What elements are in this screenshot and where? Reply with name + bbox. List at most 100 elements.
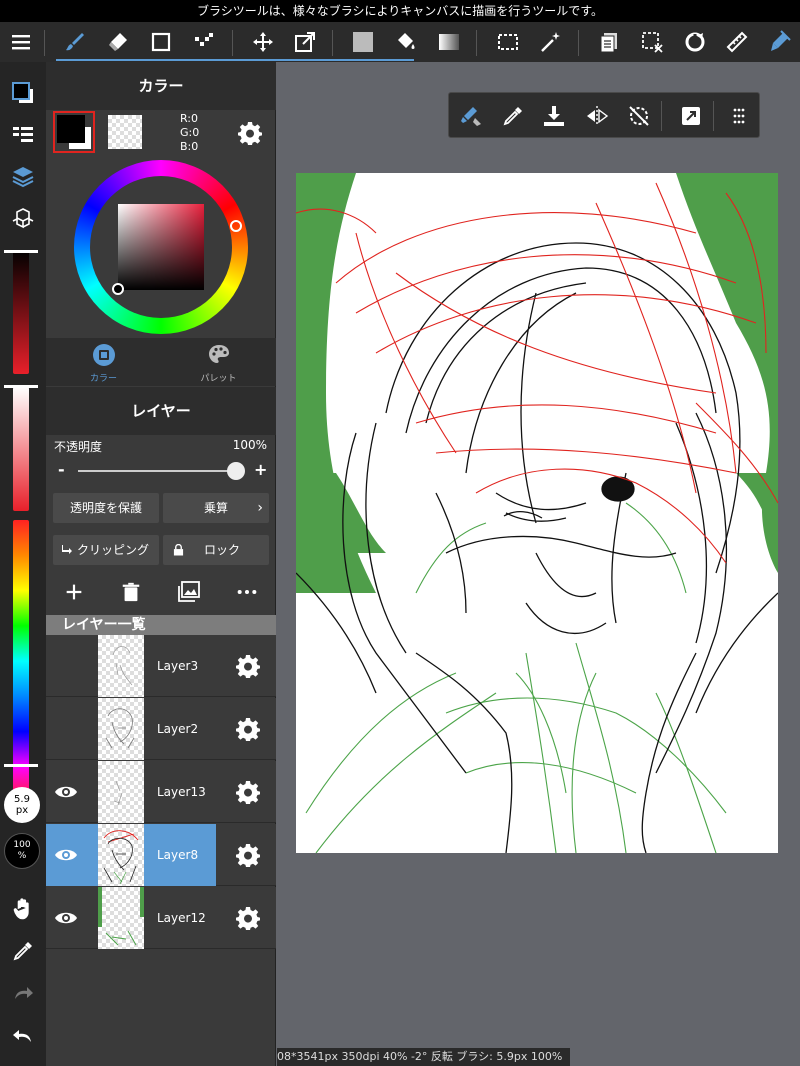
sub-color-swatch[interactable] bbox=[108, 115, 142, 149]
layer-name: Layer13 bbox=[157, 785, 206, 799]
flip-horizontal-icon[interactable] bbox=[585, 104, 609, 128]
lock-label: ロック bbox=[203, 543, 240, 557]
layer-settings-gear-icon[interactable] bbox=[236, 906, 260, 930]
tab-palette-label: パレット bbox=[200, 374, 237, 384]
red-saturation-slider[interactable] bbox=[13, 250, 29, 374]
brush-list-icon[interactable] bbox=[8, 120, 38, 150]
left-sidebar: 5.9 px 100 % bbox=[0, 62, 46, 1066]
floating-toolbar bbox=[448, 92, 760, 138]
tool-tooltip: ブラシツールは、様々なブラシによりキャンバスに描画を行うツールです。 bbox=[0, 0, 800, 22]
rotate-canvas-icon[interactable] bbox=[678, 22, 712, 62]
clipping-label: クリッピング bbox=[76, 543, 149, 557]
copy-icon[interactable] bbox=[592, 22, 626, 62]
eraser-tool-icon[interactable] bbox=[101, 22, 135, 62]
side-panel: カラー R:0 G:0 B:0 カラー パレット レイヤー 不透明度 100% … bbox=[46, 62, 276, 1066]
floating-toolbar-divider bbox=[713, 101, 714, 131]
rotation-reset-icon[interactable] bbox=[627, 104, 651, 128]
add-layer-icon[interactable] bbox=[63, 581, 85, 603]
eye-icon[interactable] bbox=[54, 781, 78, 803]
layer-list-header: レイヤー一覧 bbox=[46, 615, 276, 635]
layer-settings-gear-icon[interactable] bbox=[236, 843, 260, 867]
gradient-tool-icon[interactable] bbox=[432, 22, 466, 62]
main-toolbar bbox=[0, 22, 800, 62]
transform-tool-icon[interactable] bbox=[288, 22, 322, 62]
more-options-icon[interactable] bbox=[236, 581, 258, 603]
opacity-slider-handle[interactable] bbox=[227, 462, 245, 480]
shape-tool-icon[interactable] bbox=[144, 22, 178, 62]
blend-mode-button[interactable]: 乗算 › bbox=[163, 493, 269, 523]
fill-color-tool-icon[interactable] bbox=[346, 22, 380, 62]
opacity-slider-track[interactable] bbox=[78, 470, 236, 472]
brush-opacity-value: 100 bbox=[13, 840, 31, 850]
drawing-canvas[interactable] bbox=[296, 173, 778, 853]
brush-tool-icon[interactable] bbox=[58, 22, 92, 62]
eye-icon[interactable] bbox=[54, 907, 78, 929]
brightness-slider[interactable] bbox=[13, 387, 29, 511]
color-panel-title: カラー bbox=[46, 62, 276, 110]
layer-row[interactable]: Layer12 bbox=[46, 887, 276, 949]
rgb-r-value: R:0 bbox=[180, 112, 199, 125]
tab-palette[interactable]: パレット bbox=[161, 338, 276, 386]
brush-size-value: 5.9 bbox=[14, 794, 30, 805]
layer-settings-gear-icon[interactable] bbox=[236, 654, 260, 678]
layer-settings-gear-icon[interactable] bbox=[236, 717, 260, 741]
grid-handle-icon[interactable] bbox=[727, 104, 751, 128]
brush-opacity-indicator[interactable]: 100 % bbox=[4, 833, 40, 869]
layer-row[interactable]: Layer3 bbox=[46, 635, 276, 697]
ruler-icon[interactable] bbox=[720, 22, 754, 62]
protect-alpha-button[interactable]: 透明度を保護 bbox=[53, 493, 159, 523]
materials-icon[interactable] bbox=[8, 204, 38, 234]
layer-settings-gear-icon[interactable] bbox=[236, 780, 260, 804]
brush-eraser-toggle-icon[interactable] bbox=[459, 104, 483, 128]
toolbar-divider bbox=[44, 30, 45, 56]
deselect-icon[interactable] bbox=[635, 22, 669, 62]
brush-size-indicator[interactable]: 5.9 px bbox=[4, 787, 40, 823]
opacity-plus-button[interactable]: + bbox=[254, 460, 267, 479]
tab-color[interactable]: カラー bbox=[46, 338, 161, 386]
eyedropper-icon[interactable] bbox=[8, 936, 38, 966]
save-download-icon[interactable] bbox=[542, 104, 566, 128]
layers-icon[interactable] bbox=[8, 162, 38, 192]
undo-icon[interactable] bbox=[8, 1020, 38, 1050]
opacity-minus-button[interactable]: - bbox=[58, 460, 65, 479]
layer-row[interactable]: Layer2 bbox=[46, 698, 276, 760]
layer-thumbnail bbox=[98, 824, 144, 886]
select-rect-tool-icon[interactable] bbox=[491, 22, 525, 62]
hand-icon[interactable] bbox=[8, 894, 38, 924]
image-layer-icon[interactable] bbox=[176, 580, 202, 604]
menu-icon[interactable] bbox=[4, 22, 38, 62]
redo-icon[interactable] bbox=[8, 978, 38, 1008]
layer-thumbnail bbox=[98, 761, 144, 823]
active-tool-indicator bbox=[56, 59, 414, 61]
color-picker-cursor[interactable] bbox=[112, 283, 124, 295]
main-color-swatch[interactable] bbox=[53, 111, 95, 153]
slider-handle[interactable] bbox=[4, 250, 38, 253]
color-settings-gear-icon[interactable] bbox=[238, 121, 262, 145]
layer-row-selected[interactable]: Layer8 bbox=[46, 824, 276, 886]
palette-icon bbox=[208, 345, 229, 363]
opacity-value: 100% bbox=[232, 438, 267, 452]
layer-row[interactable]: Layer13 bbox=[46, 761, 276, 823]
color-swatch-icon[interactable] bbox=[8, 78, 38, 108]
bucket-tool-icon[interactable] bbox=[389, 22, 423, 62]
slider-handle[interactable] bbox=[4, 385, 38, 388]
expand-icon[interactable] bbox=[679, 104, 703, 128]
eye-icon[interactable] bbox=[54, 844, 78, 866]
layer-name: Layer8 bbox=[157, 848, 199, 862]
color-picker-tool-icon[interactable] bbox=[762, 22, 796, 62]
move-tool-icon[interactable] bbox=[246, 22, 280, 62]
clipping-button[interactable]: クリッピング bbox=[53, 535, 159, 565]
layer-thumbnail bbox=[98, 698, 144, 760]
magic-wand-tool-icon[interactable] bbox=[534, 22, 568, 62]
delete-layer-icon[interactable] bbox=[120, 581, 142, 603]
tab-color-label: カラー bbox=[89, 374, 117, 384]
saturation-value-square[interactable] bbox=[118, 204, 204, 290]
hue-slider[interactable] bbox=[13, 520, 29, 802]
eyedropper-icon[interactable] bbox=[501, 104, 525, 128]
lock-button[interactable]: ロック bbox=[163, 535, 269, 565]
toolbar-divider bbox=[232, 30, 233, 56]
toolbar-divider bbox=[476, 30, 477, 56]
dot-tool-icon[interactable] bbox=[187, 22, 221, 62]
layer-thumbnail bbox=[98, 887, 144, 949]
slider-handle[interactable] bbox=[4, 764, 38, 767]
